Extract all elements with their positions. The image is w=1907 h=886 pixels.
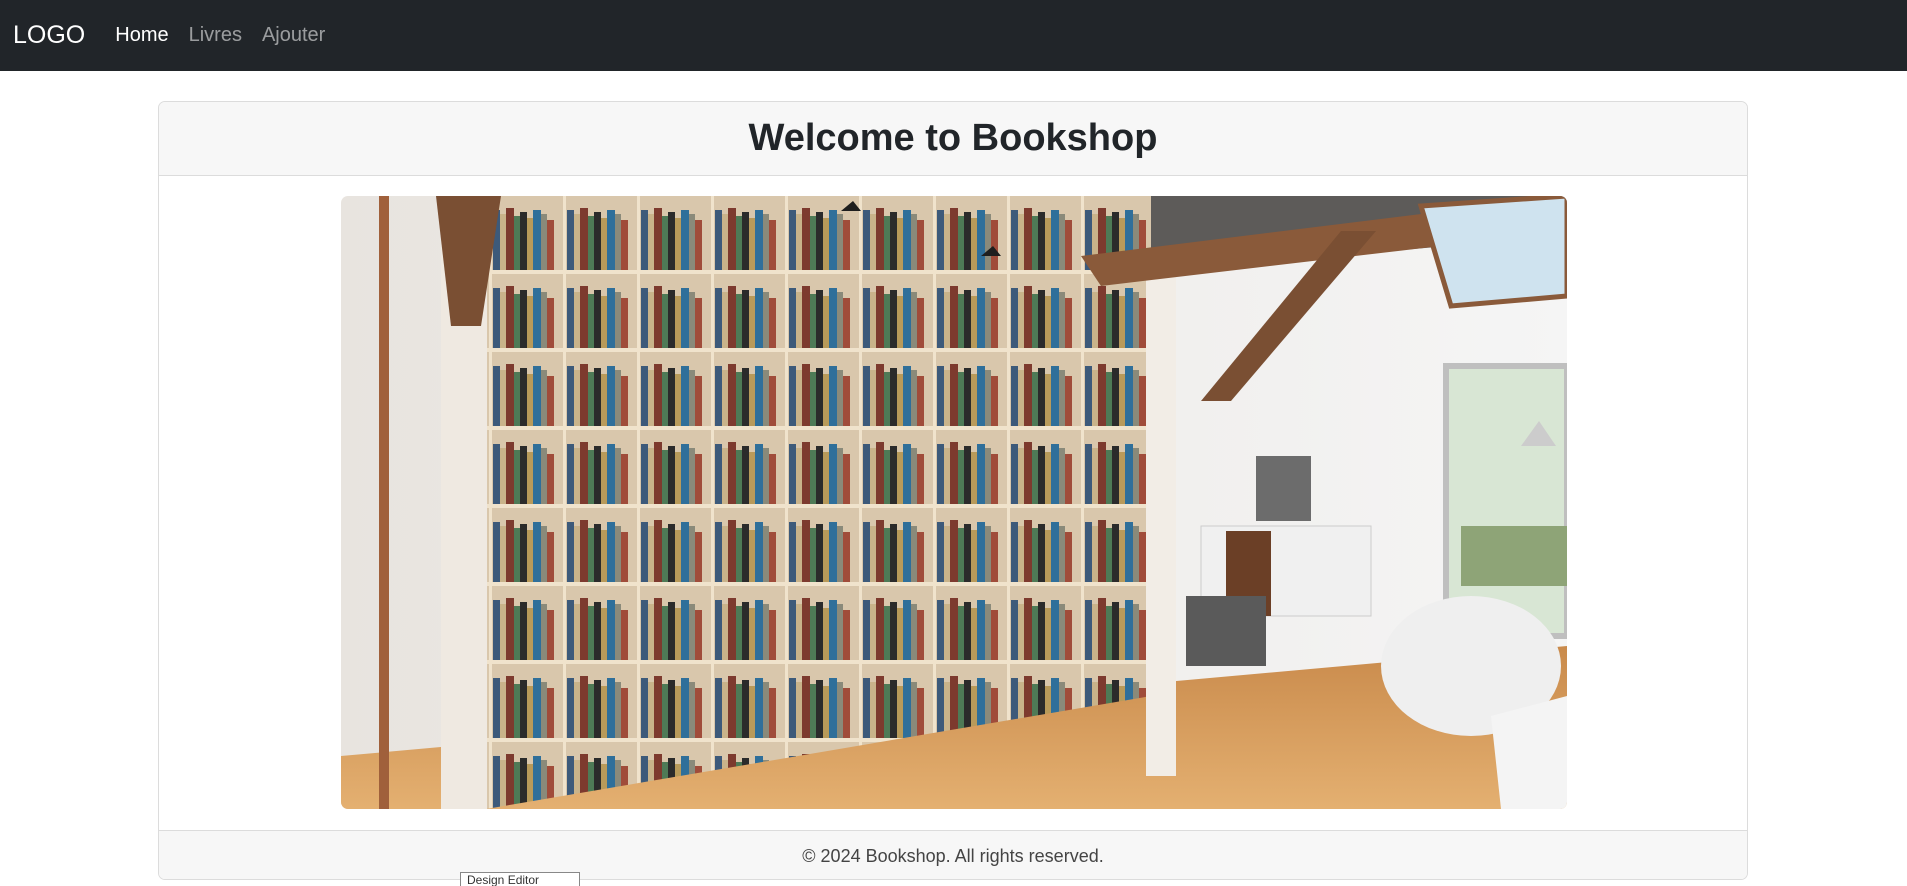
card-body	[159, 176, 1747, 830]
card-footer: © 2024 Bookshop. All rights reserved.	[159, 830, 1747, 879]
footer-copyright: © 2024 Bookshop. All rights reserved.	[802, 845, 1104, 866]
top-navbar: LOGO Home Livres Ajouter	[0, 0, 1907, 71]
nav-link-ajouter[interactable]: Ajouter	[262, 24, 325, 47]
hero-image	[341, 196, 1567, 809]
welcome-card: Welcome to Bookshop © 2024 Bookshop. All…	[158, 101, 1748, 880]
editor-tooltip: Design Editor	[460, 872, 580, 886]
nav-link-livres[interactable]: Livres	[189, 24, 242, 47]
nav-link-home[interactable]: Home	[115, 24, 168, 47]
card-header: Welcome to Bookshop	[159, 102, 1747, 176]
page-title: Welcome to Bookshop	[748, 117, 1158, 159]
brand-logo[interactable]: LOGO	[13, 21, 85, 50]
